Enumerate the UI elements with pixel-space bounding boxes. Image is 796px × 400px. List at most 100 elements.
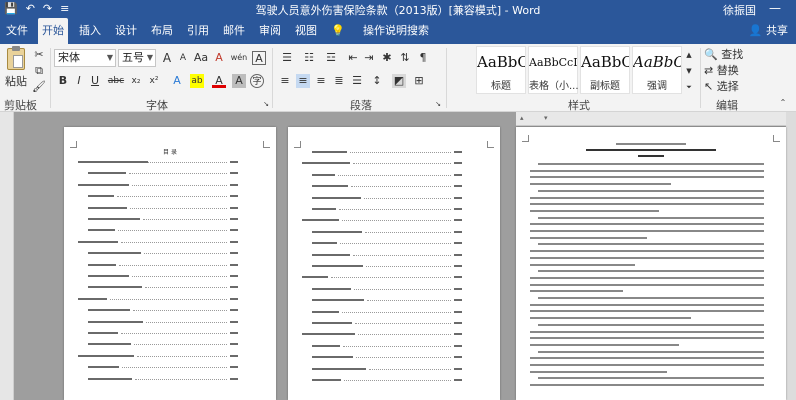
align-center-icon[interactable]: ≡ [296, 74, 310, 88]
select-button[interactable]: ↖ 选择 [704, 78, 762, 94]
find-button[interactable]: 🔍 查找 [704, 46, 762, 62]
chevron-down-icon[interactable]: ▼ [684, 64, 694, 78]
toc-page-number [454, 185, 462, 188]
toc-entry-text [78, 297, 107, 300]
chevron-up-icon[interactable]: ▲ [684, 48, 694, 62]
change-case-button[interactable]: Aa [192, 51, 210, 65]
font-color-button[interactable]: A [212, 74, 226, 88]
toc-leader [369, 368, 451, 370]
dialog-launcher-icon[interactable]: ↘ [434, 97, 442, 108]
enclose-char-button[interactable]: 字 [250, 74, 264, 88]
user-name[interactable]: 徐振国 [723, 2, 756, 18]
toc-leader [366, 266, 451, 267]
phonetic-guide-button[interactable]: wén [230, 51, 248, 65]
toc-entry-text [312, 299, 364, 302]
style-title[interactable]: AaBbC 标题 [476, 46, 526, 94]
tab-file[interactable]: 文件 [4, 18, 30, 44]
toc-entry-text [78, 161, 148, 163]
grow-font-button[interactable]: A [160, 51, 174, 65]
toc-leader [343, 345, 451, 347]
toc-page-number [230, 309, 238, 312]
toc-page-number [230, 183, 238, 186]
page-1[interactable]: 目 录 [64, 127, 276, 400]
vertical-scrollbar[interactable] [786, 112, 796, 400]
toc-page-number [454, 356, 462, 359]
tab-view[interactable]: 视图 [292, 18, 320, 44]
tab-layout[interactable]: 布局 [148, 18, 176, 44]
crop-mark [773, 135, 780, 142]
char-shading-button[interactable]: A [232, 74, 246, 88]
format-painter-icon[interactable]: 🖌 [32, 80, 46, 94]
increase-indent-icon[interactable]: ⇥ [362, 51, 376, 65]
dialog-launcher-icon[interactable]: ↘ [262, 97, 270, 108]
replace-button[interactable]: ⇄ 替换 [704, 62, 762, 78]
numbering-icon[interactable]: ☷ [300, 51, 318, 65]
body-text-line [538, 270, 764, 273]
clear-format-button[interactable]: A [212, 51, 226, 65]
align-left-icon[interactable]: ≡ [278, 74, 292, 88]
char-border-button[interactable]: A [252, 51, 266, 65]
collapse-ribbon-icon[interactable]: ⌃ [776, 96, 790, 110]
tab-design[interactable]: 设计 [112, 18, 140, 44]
toc-leader [146, 321, 227, 323]
superscript-button[interactable]: x² [146, 74, 162, 88]
toc-page-number [454, 219, 462, 222]
tab-references[interactable]: 引用 [184, 18, 212, 44]
toc-page-number [230, 297, 238, 300]
gallery-more-icon[interactable]: ⏷ [684, 80, 694, 94]
chinese-layout-icon[interactable]: ✱ [380, 51, 394, 65]
tab-home[interactable]: 开始 [38, 18, 68, 44]
toc-page-number [454, 196, 462, 199]
cut-icon[interactable]: ✂ [32, 48, 46, 62]
show-marks-icon[interactable]: ¶ [416, 51, 430, 65]
body-text-line [538, 163, 764, 165]
toc-entry-text [88, 206, 127, 209]
bullets-icon[interactable]: ☰ [278, 51, 296, 65]
horizontal-ruler: ▴ ▾ [516, 112, 786, 126]
copy-icon[interactable]: ⧉ [32, 64, 46, 78]
toc-entry-text [88, 366, 119, 369]
toc-entry-text [302, 219, 339, 222]
distribute-icon[interactable]: ☰ [350, 74, 364, 88]
style-table-small[interactable]: AaBbCcD 表格（小... [528, 46, 579, 94]
style-subtitle[interactable]: AaBbC 副标题 [580, 46, 630, 94]
italic-button[interactable]: I [72, 74, 86, 88]
shrink-font-button[interactable]: A [176, 51, 190, 65]
tab-mailings[interactable]: 邮件 [220, 18, 248, 44]
toc-leader [331, 277, 451, 279]
font-name-combo[interactable]: 宋体 ▼ [54, 49, 116, 67]
multilevel-list-icon[interactable]: ☲ [322, 51, 340, 65]
text-effects-button[interactable]: A [170, 74, 184, 88]
body-text-line [530, 169, 764, 172]
share-button[interactable]: 👤 共享 [749, 18, 788, 44]
decrease-indent-icon[interactable]: ⇤ [346, 51, 360, 65]
highlight-button[interactable]: ab [190, 74, 204, 88]
sort-icon[interactable]: ⇅ [398, 51, 412, 65]
page-3[interactable] [516, 127, 786, 400]
bold-button[interactable]: B [56, 74, 70, 88]
page-2[interactable] [288, 127, 500, 400]
borders-icon[interactable]: ⊞ [412, 74, 426, 88]
toc-page-number [454, 310, 462, 313]
share-label: 共享 [766, 24, 788, 37]
toc-page-number [454, 173, 462, 176]
underline-button[interactable]: U [88, 74, 102, 88]
font-size-combo[interactable]: 五号 ▼ [118, 49, 156, 67]
paste-button[interactable]: 粘贴 [2, 46, 30, 94]
toc-leader [121, 333, 227, 334]
tab-insert[interactable]: 插入 [76, 18, 104, 44]
styles-group-label: 样式 [568, 99, 590, 112]
toc-leader [344, 380, 451, 381]
justify-icon[interactable]: ≣ [332, 74, 346, 88]
toc-leader [135, 378, 227, 380]
subscript-button[interactable]: x₂ [128, 74, 144, 88]
tab-review[interactable]: 审阅 [256, 18, 284, 44]
align-right-icon[interactable]: ≡ [314, 74, 328, 88]
toc-entry-text [312, 253, 350, 256]
tell-me-search[interactable]: 操作说明搜索 [348, 18, 444, 44]
paragraph-shading-icon[interactable]: ◩ [392, 74, 406, 88]
line-spacing-icon[interactable]: ↕ [370, 74, 384, 88]
minimize-button[interactable]: — [762, 0, 788, 18]
strikethrough-button[interactable]: abc [106, 74, 126, 88]
style-emphasis[interactable]: AaBbC 强调 [632, 46, 682, 94]
